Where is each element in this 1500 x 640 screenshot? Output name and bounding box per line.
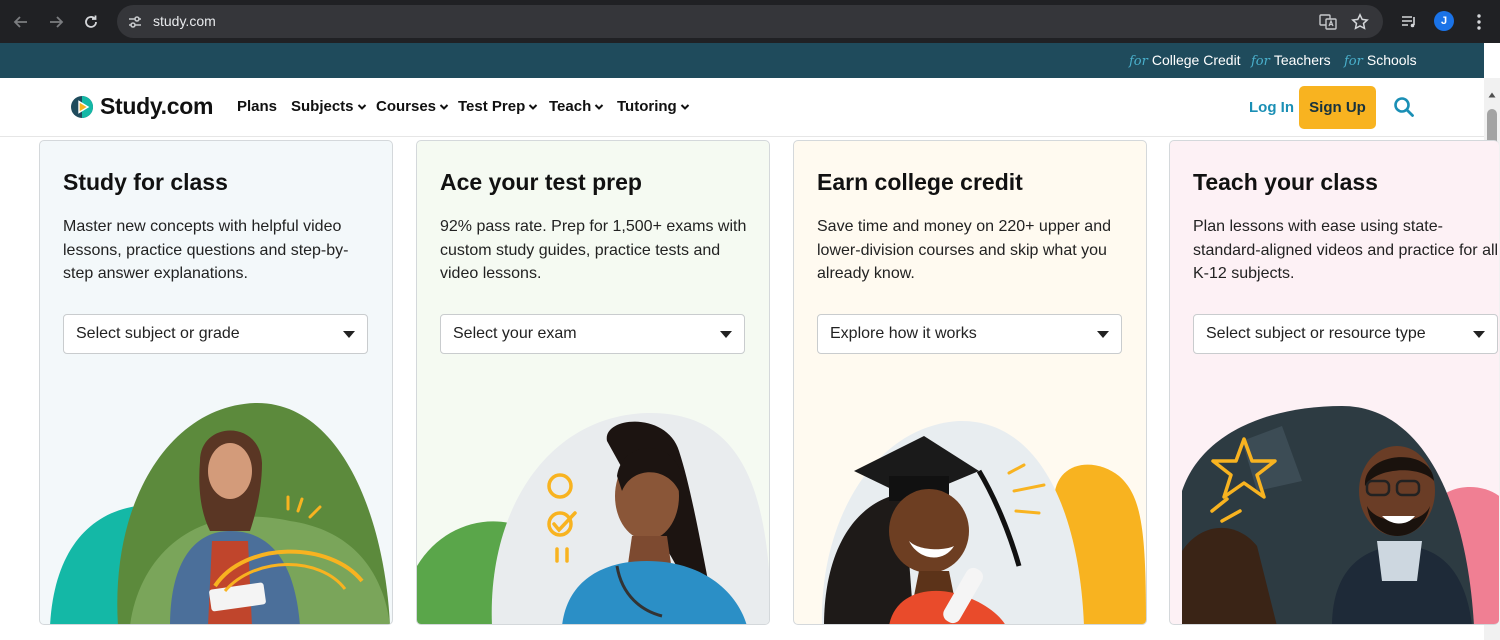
logo-play-icon bbox=[71, 95, 93, 118]
caret-down-icon bbox=[1473, 331, 1485, 338]
subject-resource-select[interactable]: Select subject or resource type bbox=[1193, 314, 1498, 354]
nurse-illustration bbox=[417, 412, 769, 624]
forward-icon[interactable] bbox=[43, 9, 69, 35]
card-teach-your-class: Teach your class Plan lessons with ease … bbox=[1169, 140, 1499, 625]
nav-courses[interactable]: Courses bbox=[376, 98, 449, 115]
translate-icon[interactable] bbox=[1319, 13, 1337, 31]
nav-subjects[interactable]: Subjects bbox=[291, 98, 367, 115]
chevron-down-icon bbox=[595, 103, 604, 110]
card-title: Ace your test prep bbox=[440, 169, 642, 195]
search-icon[interactable] bbox=[1393, 96, 1415, 118]
audience-links-bar: for College Credit for Teachers for Schools bbox=[0, 43, 1484, 78]
reading-list-icon[interactable] bbox=[1396, 9, 1422, 35]
subject-grade-select[interactable]: Select subject or grade bbox=[63, 314, 368, 354]
card-title: Study for class bbox=[63, 169, 228, 195]
caret-down-icon bbox=[1097, 331, 1109, 338]
teacher-illustration bbox=[1182, 406, 1499, 624]
chevron-down-icon bbox=[529, 103, 538, 110]
site-header: Study.com Plans Subjects Courses Test Pr… bbox=[0, 78, 1484, 137]
address-bar[interactable]: study.com bbox=[117, 5, 1383, 38]
card-description: Master new concepts with helpful video l… bbox=[63, 218, 349, 282]
menu-dots-icon[interactable] bbox=[1466, 9, 1492, 35]
signup-button[interactable]: Sign Up bbox=[1299, 86, 1376, 129]
scroll-up-icon[interactable] bbox=[1488, 86, 1496, 98]
card-description: 92% pass rate. Prep for 1,500+ exams wit… bbox=[440, 218, 747, 282]
card-study-for-class: Study for class Master new concepts with… bbox=[39, 140, 393, 625]
nav-test-prep[interactable]: Test Prep bbox=[458, 98, 538, 115]
back-icon[interactable] bbox=[8, 9, 34, 35]
card-test-prep: Ace your test prep 92% pass rate. Prep f… bbox=[416, 140, 770, 625]
site-settings-icon[interactable] bbox=[125, 12, 145, 32]
link-teachers[interactable]: for Teachers bbox=[1251, 52, 1331, 69]
card-title: Teach your class bbox=[1193, 169, 1378, 195]
reload-icon[interactable] bbox=[78, 9, 104, 35]
profile-avatar[interactable]: J bbox=[1434, 11, 1454, 31]
nav-plans[interactable]: Plans bbox=[237, 98, 277, 115]
bookmark-star-icon[interactable] bbox=[1351, 13, 1369, 31]
link-schools[interactable]: for Schools bbox=[1344, 52, 1417, 69]
caret-down-icon bbox=[720, 331, 732, 338]
card-description: Save time and money on 220+ upper and lo… bbox=[817, 218, 1111, 282]
graduate-illustration bbox=[821, 420, 1146, 624]
nav-tutoring[interactable]: Tutoring bbox=[617, 98, 690, 115]
card-description: Plan lessons with ease using state-stand… bbox=[1193, 218, 1499, 282]
login-link[interactable]: Log In bbox=[1249, 99, 1294, 116]
study-logo[interactable]: Study.com bbox=[70, 93, 213, 120]
card-college-credit: Earn college credit Save time and money … bbox=[793, 140, 1147, 625]
student-illustration bbox=[50, 402, 390, 624]
chevron-down-icon bbox=[439, 103, 449, 110]
browser-toolbar: study.com J bbox=[0, 0, 1500, 43]
link-college-credit[interactable]: for College Credit bbox=[1129, 52, 1241, 69]
nav-teach[interactable]: Teach bbox=[549, 98, 604, 115]
url-text[interactable]: study.com bbox=[153, 13, 216, 29]
card-title: Earn college credit bbox=[817, 169, 1023, 195]
exam-select[interactable]: Select your exam bbox=[440, 314, 745, 354]
caret-down-icon bbox=[343, 331, 355, 338]
chevron-down-icon bbox=[680, 103, 689, 110]
chevron-down-icon bbox=[357, 103, 366, 110]
how-it-works-select[interactable]: Explore how it works bbox=[817, 314, 1122, 354]
